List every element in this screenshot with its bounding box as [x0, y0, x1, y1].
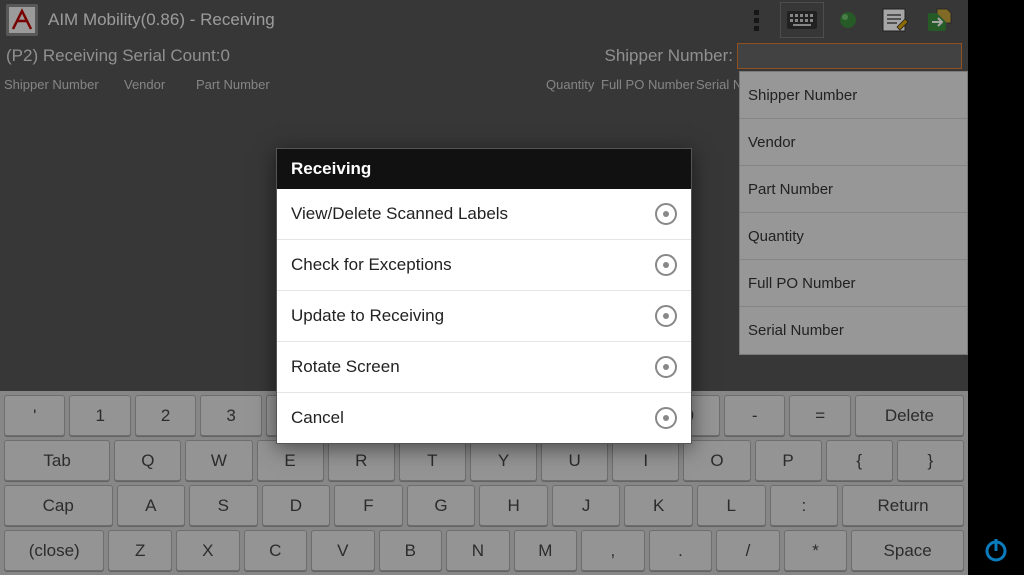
dialog-option-update-receiving[interactable]: Update to Receiving: [277, 291, 691, 342]
radio-icon: [655, 356, 677, 378]
dialog-title: Receiving: [277, 149, 691, 189]
dialog-option-cancel[interactable]: Cancel: [277, 393, 691, 443]
dialog-option-rotate[interactable]: Rotate Screen: [277, 342, 691, 393]
dialog-option-label: Rotate Screen: [291, 357, 400, 377]
radio-icon: [655, 203, 677, 225]
radio-icon: [655, 305, 677, 327]
dialog-option-check-exceptions[interactable]: Check for Exceptions: [277, 240, 691, 291]
dialog-option-label: Update to Receiving: [291, 306, 444, 326]
radio-icon: [655, 254, 677, 276]
dialog-option-label: Cancel: [291, 408, 344, 428]
dialog-option-view-delete[interactable]: View/Delete Scanned Labels: [277, 189, 691, 240]
receiving-dialog: Receiving View/Delete Scanned Labels Che…: [276, 148, 692, 444]
app-screen: AIM Mobility(0.86) - Receiving (P2) Rece…: [0, 0, 968, 575]
radio-icon: [655, 407, 677, 429]
dialog-option-label: View/Delete Scanned Labels: [291, 204, 508, 224]
dialog-option-label: Check for Exceptions: [291, 255, 452, 275]
system-nav-bar: [968, 0, 1024, 575]
power-icon[interactable]: [980, 533, 1012, 565]
